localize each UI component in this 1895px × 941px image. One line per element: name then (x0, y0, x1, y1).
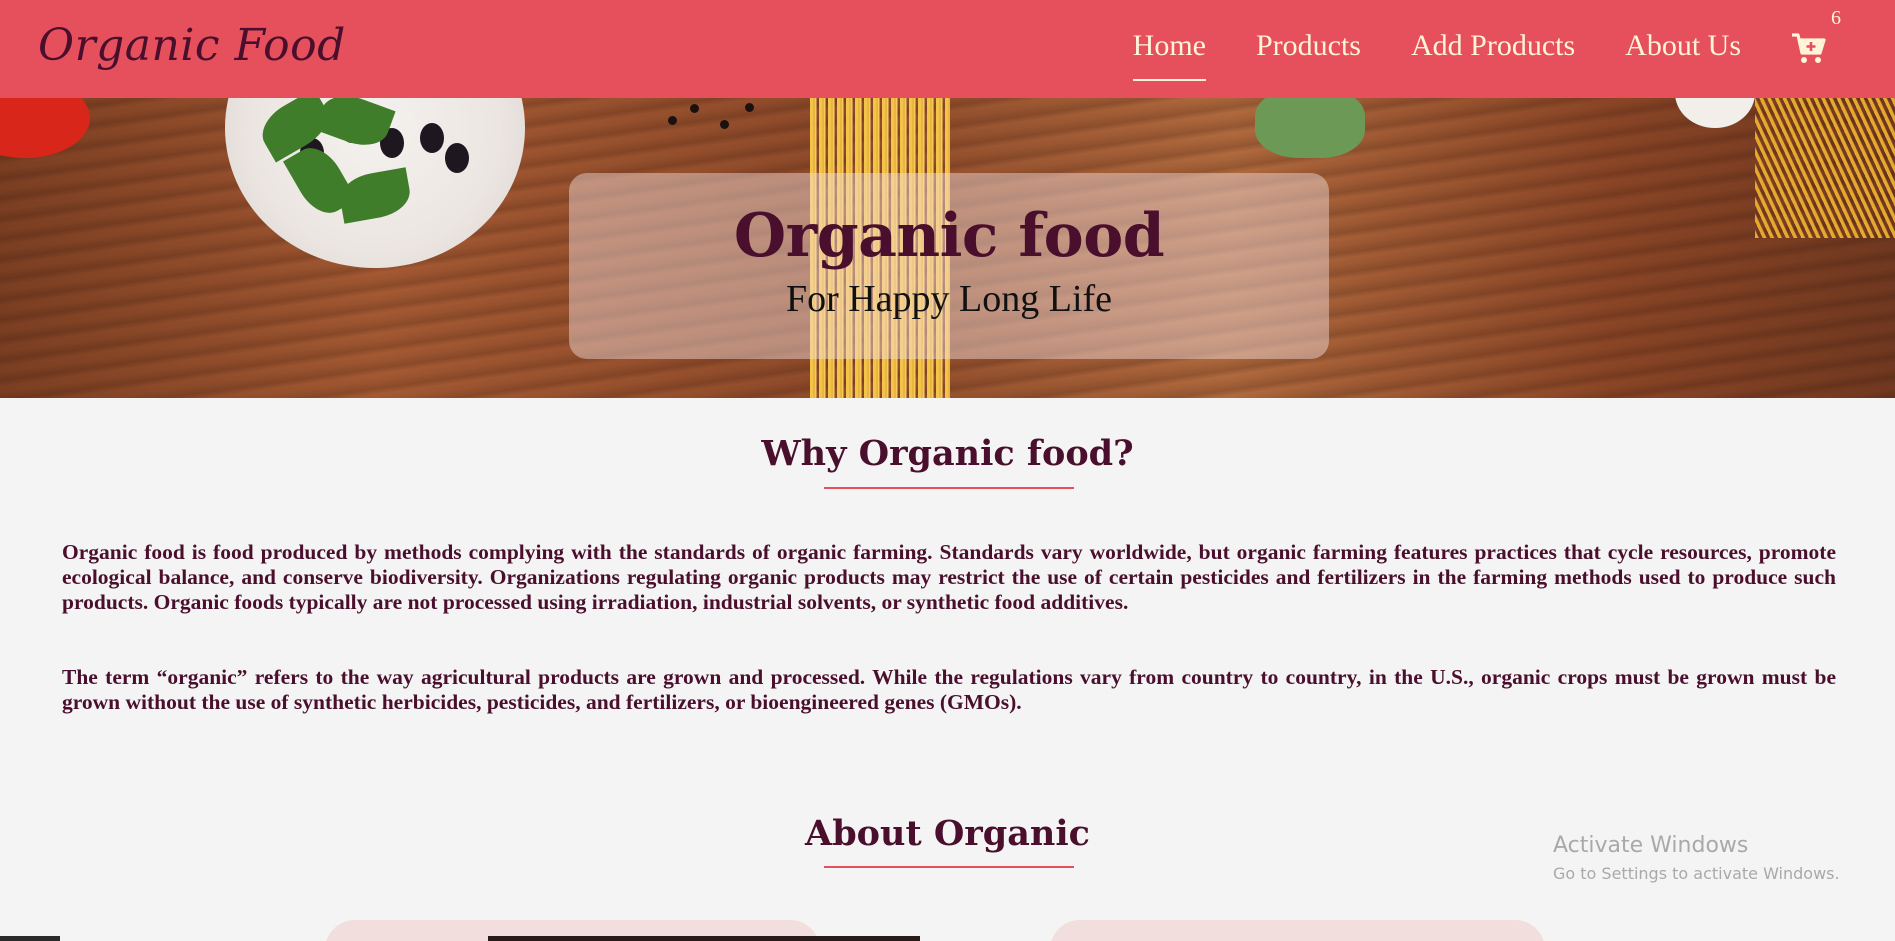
peppercorn (690, 104, 699, 113)
peppercorn (720, 120, 729, 129)
hero-caption-box: Organic food For Happy Long Life (569, 173, 1329, 359)
watermark-subtitle: Go to Settings to activate Windows. (1553, 864, 1840, 883)
cart-plus-icon (1792, 33, 1826, 63)
hero-banner: Organic food For Happy Long Life (0, 98, 1895, 398)
peppercorn (668, 116, 677, 125)
olive-image (445, 143, 469, 173)
why-organic-paragraph-1: Organic food is food produced by methods… (62, 540, 1836, 614)
hero-subtitle: For Happy Long Life (785, 278, 1113, 320)
nav-link-products[interactable]: Products (1256, 29, 1361, 69)
brand-logo[interactable]: Organic Food (38, 20, 346, 71)
why-organic-paragraph-2: The term “organic” refers to the way agr… (62, 665, 1836, 714)
nav-link-home[interactable]: Home (1132, 29, 1207, 81)
herb-image (1255, 98, 1365, 158)
olive-image (420, 123, 444, 153)
watermark-title: Activate Windows (1553, 833, 1749, 858)
nav-link-about-us[interactable]: About Us (1625, 29, 1741, 69)
cart-count-badge: 6 (1831, 7, 1841, 29)
why-organic-underline (824, 487, 1074, 489)
spaghetti-image (1755, 98, 1895, 238)
navbar: Organic Food Home Products Add Products … (0, 0, 1895, 98)
why-organic-title: Why Organic food? (761, 433, 1134, 474)
nav-links: Home Products Add Products About Us 6 (1132, 0, 1895, 98)
tomato-image (0, 98, 90, 158)
about-organic-underline (824, 866, 1074, 868)
bowl-image (1675, 98, 1755, 128)
bottom-strip (0, 936, 1895, 941)
peppercorn (745, 103, 754, 112)
cart-button[interactable]: 6 (1791, 7, 1841, 69)
hero-title: Organic food (733, 201, 1165, 271)
nav-link-add-products[interactable]: Add Products (1411, 29, 1575, 69)
windows-activation-watermark: Activate Windows Go to Settings to activ… (1553, 833, 1840, 883)
